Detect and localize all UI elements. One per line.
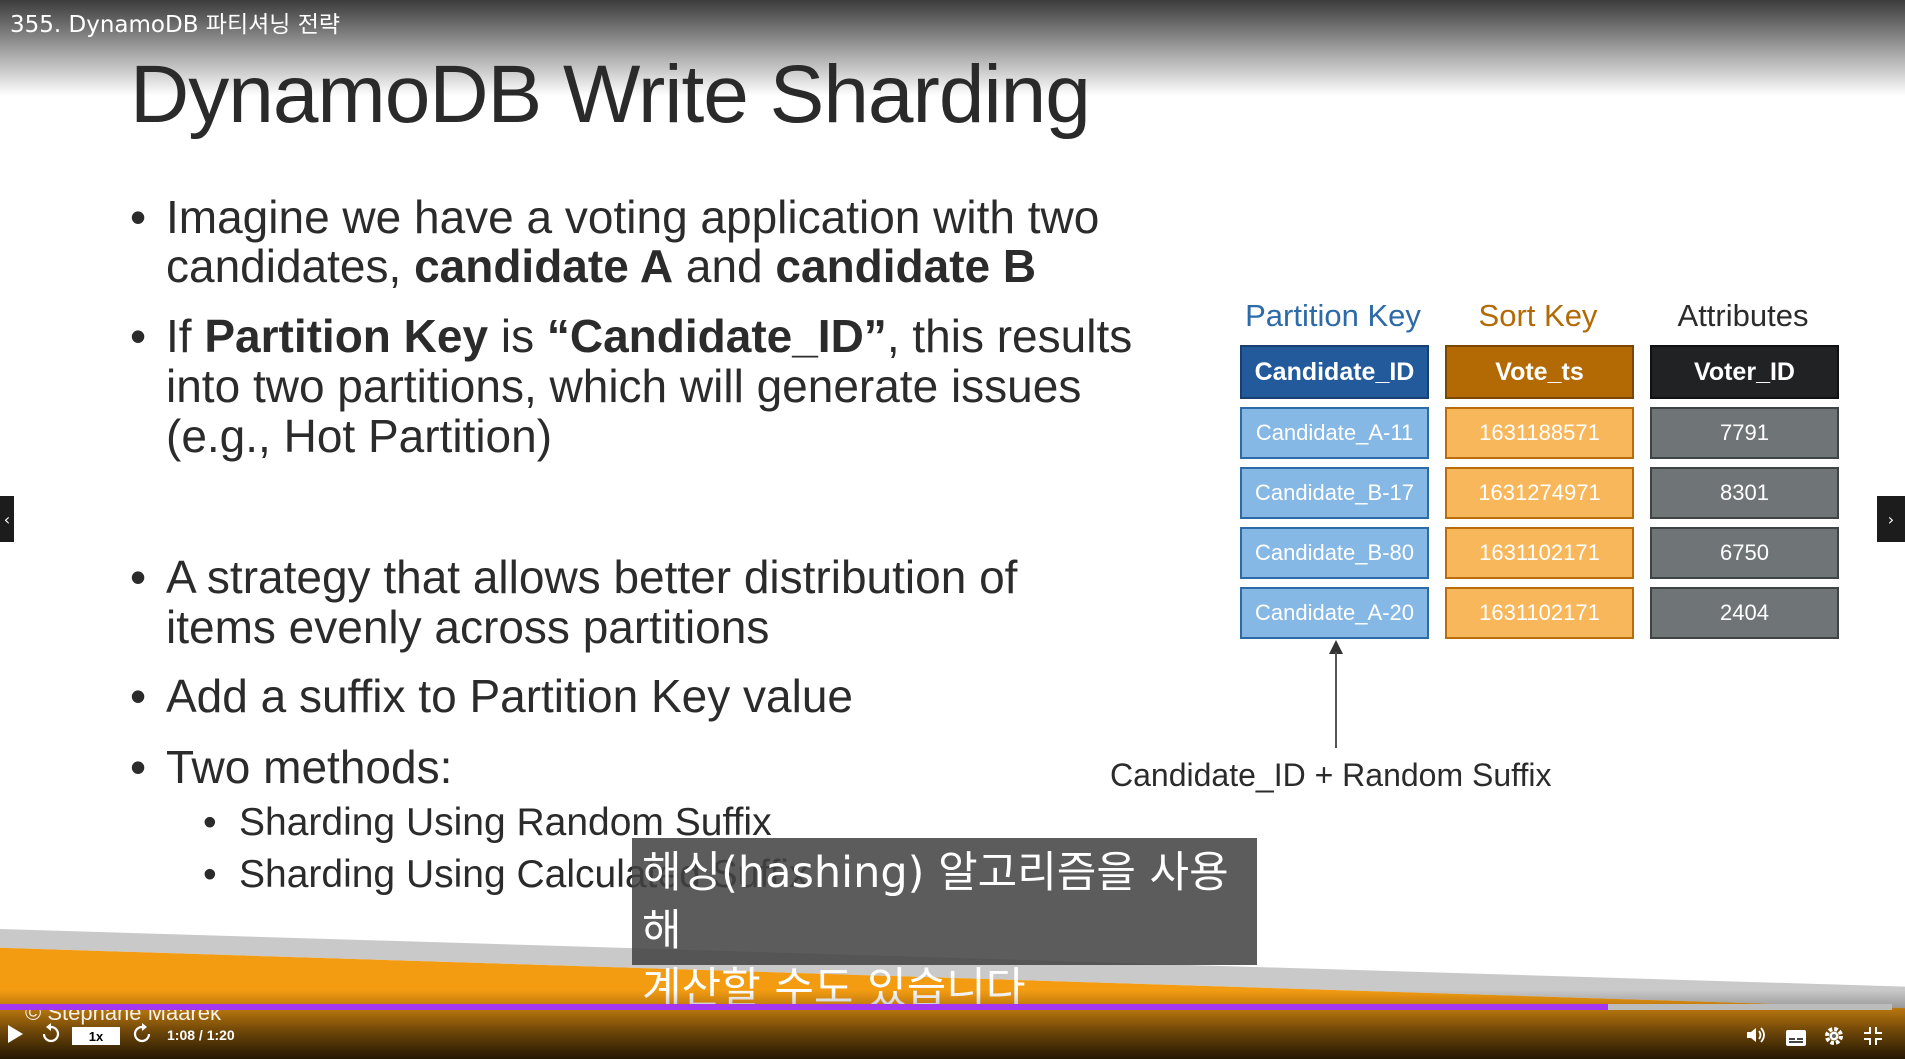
table-cell-sort: 1631102171 <box>1445 527 1634 579</box>
bullet-dot: • <box>130 670 147 722</box>
table-cell-sort: 1631274971 <box>1445 467 1634 519</box>
column-header-candidate-id: Candidate_ID <box>1240 345 1429 399</box>
table-cell-sort: 1631102171 <box>1445 587 1634 639</box>
subtitle-caption: 해싱(hashing) 알고리즘을 사용해 계산할 수도 있습니다 <box>632 838 1257 1014</box>
table-cell-partition: Candidate_B-80 <box>1240 527 1429 579</box>
partition-key-header: Partition Key <box>1245 298 1421 333</box>
column-header-voter-id: Voter_ID <box>1650 345 1839 399</box>
table-cell-attribute: 7791 <box>1650 407 1839 459</box>
table-cell-sort: 1631188571 <box>1445 407 1634 459</box>
playback-speed-button[interactable]: 1x <box>72 1027 120 1045</box>
slide-title: DynamoDB Write Sharding <box>130 49 1091 140</box>
volume-icon <box>1747 1027 1765 1043</box>
rewind-button[interactable] <box>40 1023 62 1049</box>
table-cell-partition: Candidate_A-20 <box>1240 587 1429 639</box>
table-cell-attribute: 8301 <box>1650 467 1839 519</box>
play-icon <box>8 1025 23 1043</box>
captions-button[interactable] <box>1785 1027 1807 1051</box>
attributes-header: Attributes <box>1677 298 1809 333</box>
forward-button[interactable] <box>131 1023 153 1049</box>
bullet-line: A strategy that allows better distributi… <box>166 551 1018 603</box>
gear-icon <box>1825 1027 1843 1045</box>
chevron-right-icon: › <box>1887 509 1895 529</box>
progress-fill <box>0 1004 1609 1010</box>
bullet-line: into two partitions, which will generate… <box>166 360 1082 412</box>
control-bar <box>0 990 1905 1059</box>
bullet-line: (e.g., Hot Partition) <box>166 410 553 462</box>
table-cell-attribute: 2404 <box>1650 587 1839 639</box>
bullet-two-methods: • Two methods: <box>130 742 1130 792</box>
bullet-line: Imagine we have a voting application wit… <box>166 191 1100 243</box>
bullet-dot: • <box>130 310 147 362</box>
fullscreen-exit-icon <box>1864 1027 1882 1045</box>
bullet-dot: • <box>130 551 147 603</box>
bullet-add-suffix: • Add a suffix to Partition Key value <box>130 671 1130 721</box>
bullet-line: candidates, candidate A and candidate B <box>166 240 1037 292</box>
bullet-dot: • <box>130 191 147 243</box>
volume-button[interactable] <box>1745 1025 1767 1049</box>
rewind-icon <box>42 1023 60 1043</box>
bullet-line: If Partition Key is “Candidate_ID”, this… <box>166 310 1133 362</box>
subtitle-line: 해싱(hashing) 알고리즘을 사용해 <box>642 848 1229 956</box>
bullet-line: Add a suffix to Partition Key value <box>166 670 853 722</box>
settings-button[interactable] <box>1823 1025 1845 1051</box>
forward-icon <box>133 1023 151 1043</box>
bullet-voting-app: • Imagine we have a voting application w… <box>130 192 1130 292</box>
bullet-strategy: • A strategy that allows better distribu… <box>130 552 1130 652</box>
next-lecture-button[interactable]: › <box>1877 496 1905 542</box>
video-title: 355. DynamoDB 파티셔닝 전략 <box>10 12 341 38</box>
table-cell-partition: Candidate_A-11 <box>1240 407 1429 459</box>
table-cell-attribute: 6750 <box>1650 527 1839 579</box>
bullet-dot: • <box>130 741 147 793</box>
captions-icon <box>1786 1030 1806 1046</box>
suffix-annotation: Candidate_ID + Random Suffix <box>1110 757 1552 793</box>
sort-key-header: Sort Key <box>1478 298 1598 333</box>
fullscreen-button[interactable] <box>1862 1025 1884 1051</box>
arrow-line <box>1335 652 1337 748</box>
bullet-dot: • <box>203 853 217 896</box>
bullet-line: Two methods: <box>166 741 453 793</box>
bullet-dot: • <box>203 801 217 844</box>
previous-lecture-button[interactable]: ‹ <box>0 496 14 542</box>
chevron-left-icon: ‹ <box>3 509 11 529</box>
table-cell-partition: Candidate_B-17 <box>1240 467 1429 519</box>
column-header-vote-ts: Vote_ts <box>1445 345 1634 399</box>
bullet-line: items evenly across partitions <box>166 601 770 653</box>
play-button[interactable] <box>6 1024 24 1048</box>
bullet-partition-key: • If Partition Key is “Candidate_ID”, th… <box>130 310 1133 462</box>
time-display: 1:08 / 1:20 <box>167 1027 235 1043</box>
